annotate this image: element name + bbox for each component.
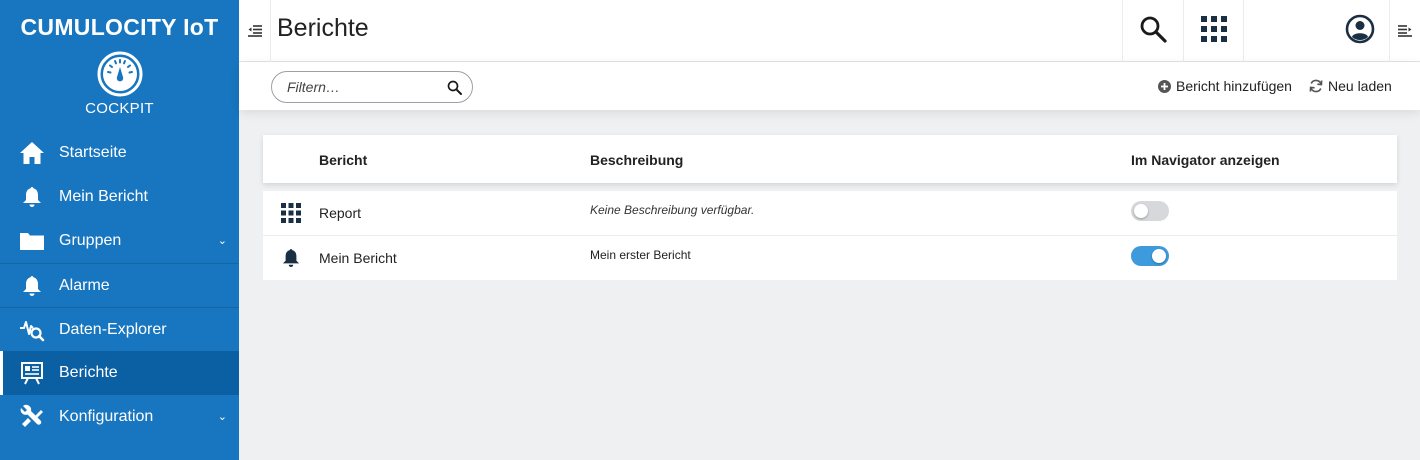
app-switcher-button[interactable]	[1183, 0, 1244, 62]
grid-icon	[281, 202, 301, 224]
sidebar-item-startseite[interactable]: Startseite	[0, 131, 239, 175]
toggle-knob	[1152, 249, 1166, 263]
sidebar-item-label: Daten-Explorer	[59, 320, 167, 338]
sidebar-item-label: Startseite	[59, 144, 127, 161]
sidebar-item-label: Gruppen	[59, 232, 122, 249]
column-header-beschreibung[interactable]: Beschreibung	[590, 152, 683, 168]
bell-icon	[281, 247, 301, 269]
report-description: Keine Beschreibung verfügbar.	[590, 203, 755, 217]
sidebar-item-mein-bericht[interactable]: Mein Bericht	[0, 175, 239, 219]
table-body: Report Keine Beschreibung verfügbar. Mei…	[263, 191, 1397, 280]
bell-icon	[18, 183, 46, 211]
user-icon	[1345, 14, 1375, 49]
navigator-toggle[interactable]	[1131, 246, 1169, 266]
search-icon	[1139, 15, 1167, 48]
user-menu-button[interactable]	[1331, 0, 1389, 62]
sidebar-item-gruppen[interactable]: Gruppen ⌄	[0, 219, 239, 263]
column-header-im-navigator[interactable]: Im Navigator anzeigen	[1131, 152, 1280, 168]
bell-icon	[18, 272, 46, 300]
table-header: Bericht Beschreibung Im Navigator anzeig…	[263, 135, 1397, 183]
brand-logo[interactable]: CUMULOCITY IoT	[0, 0, 239, 44]
search-icon[interactable]	[447, 80, 462, 100]
column-header-bericht[interactable]: Bericht	[319, 152, 367, 168]
plus-circle-icon	[1158, 79, 1171, 93]
home-icon	[18, 139, 46, 167]
toggle-knob	[1134, 204, 1148, 218]
chevron-down-icon[interactable]: ⌄	[218, 410, 227, 423]
data-explorer-icon	[18, 316, 46, 344]
sidebar-item-label: Konfiguration	[59, 408, 154, 425]
top-header: Berichte	[239, 0, 1420, 62]
sidebar-item-konfiguration[interactable]: Konfiguration ⌄	[0, 395, 239, 439]
add-report-label: Bericht hinzufügen	[1176, 78, 1292, 94]
add-report-button[interactable]: Bericht hinzufügen	[1158, 78, 1292, 94]
report-icon	[18, 359, 46, 387]
refresh-icon	[1309, 79, 1323, 93]
filter-field[interactable]	[271, 71, 473, 103]
reload-button[interactable]: Neu laden	[1309, 78, 1392, 94]
sidebar-item-berichte[interactable]: Berichte	[0, 351, 239, 395]
table-row[interactable]: Report Keine Beschreibung verfügbar.	[263, 191, 1397, 236]
collapse-sidebar-icon[interactable]	[239, 0, 271, 62]
reload-label: Neu laden	[1328, 78, 1392, 94]
filter-input[interactable]	[287, 79, 437, 95]
page-title: Berichte	[277, 14, 369, 42]
folder-icon	[18, 227, 46, 255]
cockpit-gauge-icon	[0, 50, 239, 98]
app-name: COCKPIT	[85, 100, 154, 117]
sidebar-item-label: Alarme	[59, 276, 110, 294]
report-name[interactable]: Mein Bericht	[319, 250, 397, 266]
toggle-right-drawer-icon[interactable]	[1389, 0, 1420, 62]
sidebar-item-alarme[interactable]: Alarme	[0, 263, 239, 307]
sidebar: CUMULOCITY IoT COCKPIT Startseite Mein B…	[0, 0, 239, 460]
sidebar-item-daten-explorer[interactable]: Daten-Explorer	[0, 307, 239, 351]
navigator-toggle[interactable]	[1131, 201, 1169, 221]
sidebar-item-label: Mein Bericht	[59, 188, 148, 205]
table-row[interactable]: Mein Bericht Mein erster Bericht	[263, 236, 1397, 280]
report-name[interactable]: Report	[319, 205, 361, 221]
wrench-icon	[18, 403, 46, 431]
sidebar-item-label: Berichte	[59, 364, 118, 381]
report-description: Mein erster Bericht	[590, 248, 691, 262]
chevron-down-icon[interactable]: ⌄	[218, 234, 227, 247]
action-bar: Bericht hinzufügen Neu laden	[239, 62, 1420, 110]
sidebar-nav: Startseite Mein Bericht Gruppen ⌄ Alarme	[0, 131, 239, 439]
search-button[interactable]	[1122, 0, 1183, 62]
grid-icon	[1200, 15, 1227, 47]
